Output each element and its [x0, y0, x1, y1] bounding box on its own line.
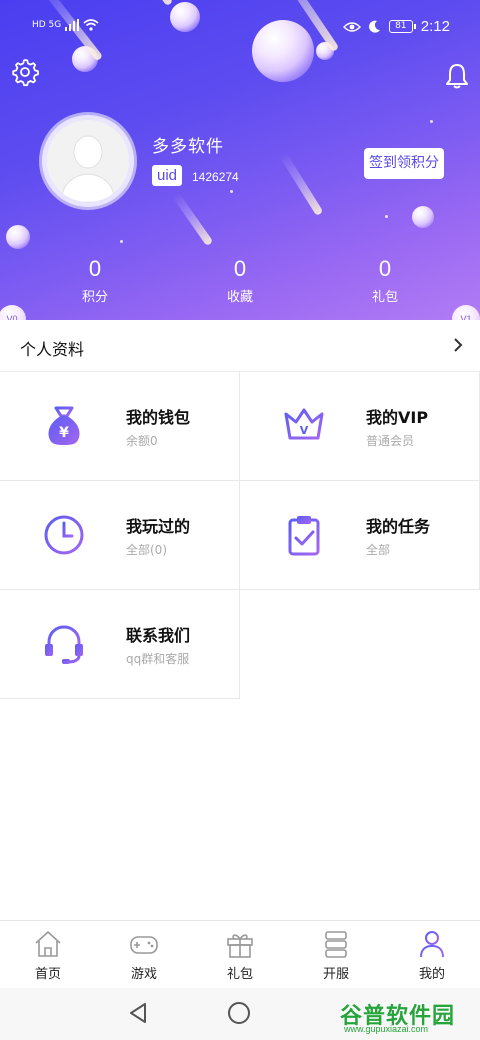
tab-servers[interactable]: 开服	[288, 929, 384, 982]
network-indicator: HD 5G	[32, 20, 62, 30]
bottom-tab-bar: 首页 游戏 礼包 开服 我的	[0, 920, 480, 988]
svg-text:¥: ¥	[59, 425, 69, 441]
stat-value: 0	[378, 256, 392, 281]
menu-title: 我玩过的	[126, 517, 191, 536]
decor-star	[120, 240, 123, 243]
uid-value: 1426274	[192, 170, 239, 184]
stat-label: 收藏	[226, 290, 253, 305]
tab-games[interactable]: 游戏	[96, 929, 192, 982]
watermark-logo: 谷普软件园 www.gupuxiazai.com	[340, 998, 472, 1036]
user-icon	[420, 931, 444, 958]
bell-icon[interactable]	[444, 62, 470, 90]
svg-text:V: V	[300, 424, 309, 437]
tab-home[interactable]: 首页	[0, 929, 96, 982]
personal-info-label: 个人资料	[20, 340, 85, 359]
menu-subtitle: qq群和客服	[126, 652, 190, 666]
chevron-right-icon	[454, 338, 463, 352]
decor-bubble	[412, 206, 434, 228]
back-triangle-icon[interactable]	[128, 1002, 148, 1024]
signal-icon	[65, 19, 80, 31]
battery-icon: 81	[388, 20, 416, 33]
status-right: 81 2:12	[342, 18, 450, 35]
menu-title: 我的任务	[366, 517, 431, 536]
decor-streak	[172, 192, 214, 247]
menu-title: 我的钱包	[126, 408, 191, 427]
tab-mine[interactable]: 我的	[384, 929, 480, 982]
stat-points[interactable]: 0 积分	[50, 256, 140, 305]
stat-favorites[interactable]: 0 收藏	[195, 256, 285, 305]
menu-subtitle: 全部(0)	[126, 543, 167, 557]
tab-label: 我的	[418, 967, 445, 982]
personal-info-row[interactable]: 个人资料	[0, 320, 480, 372]
server-icon	[325, 931, 347, 958]
stat-label: 积分	[81, 290, 108, 305]
decor-star	[230, 190, 233, 193]
decor-streak	[279, 152, 324, 217]
gear-icon[interactable]	[10, 57, 40, 87]
status-bar: HD 5G 81 2:12	[0, 0, 480, 56]
decor-bubble	[6, 225, 30, 249]
watermark-url: www.gupuxiazai.com	[344, 1024, 429, 1034]
clock-time: 2:12	[420, 18, 450, 35]
home-circle-icon[interactable]	[228, 1002, 250, 1024]
money-bag-icon: ¥	[48, 406, 80, 445]
decor-star	[430, 120, 433, 123]
gift-icon	[227, 934, 253, 958]
stat-gifts[interactable]: 0 礼包	[340, 256, 430, 305]
status-left: HD 5G	[32, 19, 99, 31]
moon-icon	[368, 20, 380, 33]
menu-title: 联系我们	[126, 626, 191, 645]
tab-label: 游戏	[130, 967, 157, 982]
avatar-image	[47, 120, 129, 202]
menu-tasks[interactable]: 我的任务 全部	[240, 481, 480, 590]
clipboard-check-icon	[288, 516, 320, 556]
avatar[interactable]	[42, 115, 134, 207]
menu-wallet[interactable]: ¥ 我的钱包 余额0	[0, 372, 240, 481]
menu-vip[interactable]: V 我的VIP 普通会员	[240, 372, 480, 481]
uid-badge: uid	[152, 165, 183, 186]
decor-star	[385, 215, 388, 218]
home-icon	[35, 931, 61, 957]
menu-subtitle: 全部	[366, 543, 391, 557]
crown-icon: V	[284, 408, 324, 445]
tab-label: 礼包	[226, 967, 253, 982]
eye-icon	[342, 21, 361, 32]
menu-subtitle: 普通会员	[366, 434, 415, 448]
gamepad-icon	[130, 936, 158, 954]
clock-icon	[44, 515, 84, 555]
menu-title: 我的VIP	[366, 408, 429, 427]
wifi-icon	[83, 19, 99, 31]
default-avatar-icon	[47, 120, 129, 202]
menu-played[interactable]: 我玩过的 全部(0)	[0, 481, 240, 590]
stat-label: 礼包	[371, 290, 398, 305]
stat-value: 0	[88, 256, 102, 281]
tab-label: 首页	[34, 967, 61, 982]
tab-gifts[interactable]: 礼包	[192, 929, 288, 982]
headset-icon	[45, 625, 83, 664]
menu-subtitle: 余额0	[126, 434, 158, 448]
stat-value: 0	[233, 256, 247, 281]
signin-button[interactable]: 签到领积分	[364, 148, 444, 179]
menu-contact[interactable]: 联系我们 qq群和客服	[0, 590, 240, 699]
profile-header: HD 5G 81 2:12 多多软件 uid 1426274 签到领积分 0 积…	[0, 0, 480, 320]
tab-label: 开服	[322, 967, 349, 982]
username: 多多软件	[152, 137, 224, 157]
